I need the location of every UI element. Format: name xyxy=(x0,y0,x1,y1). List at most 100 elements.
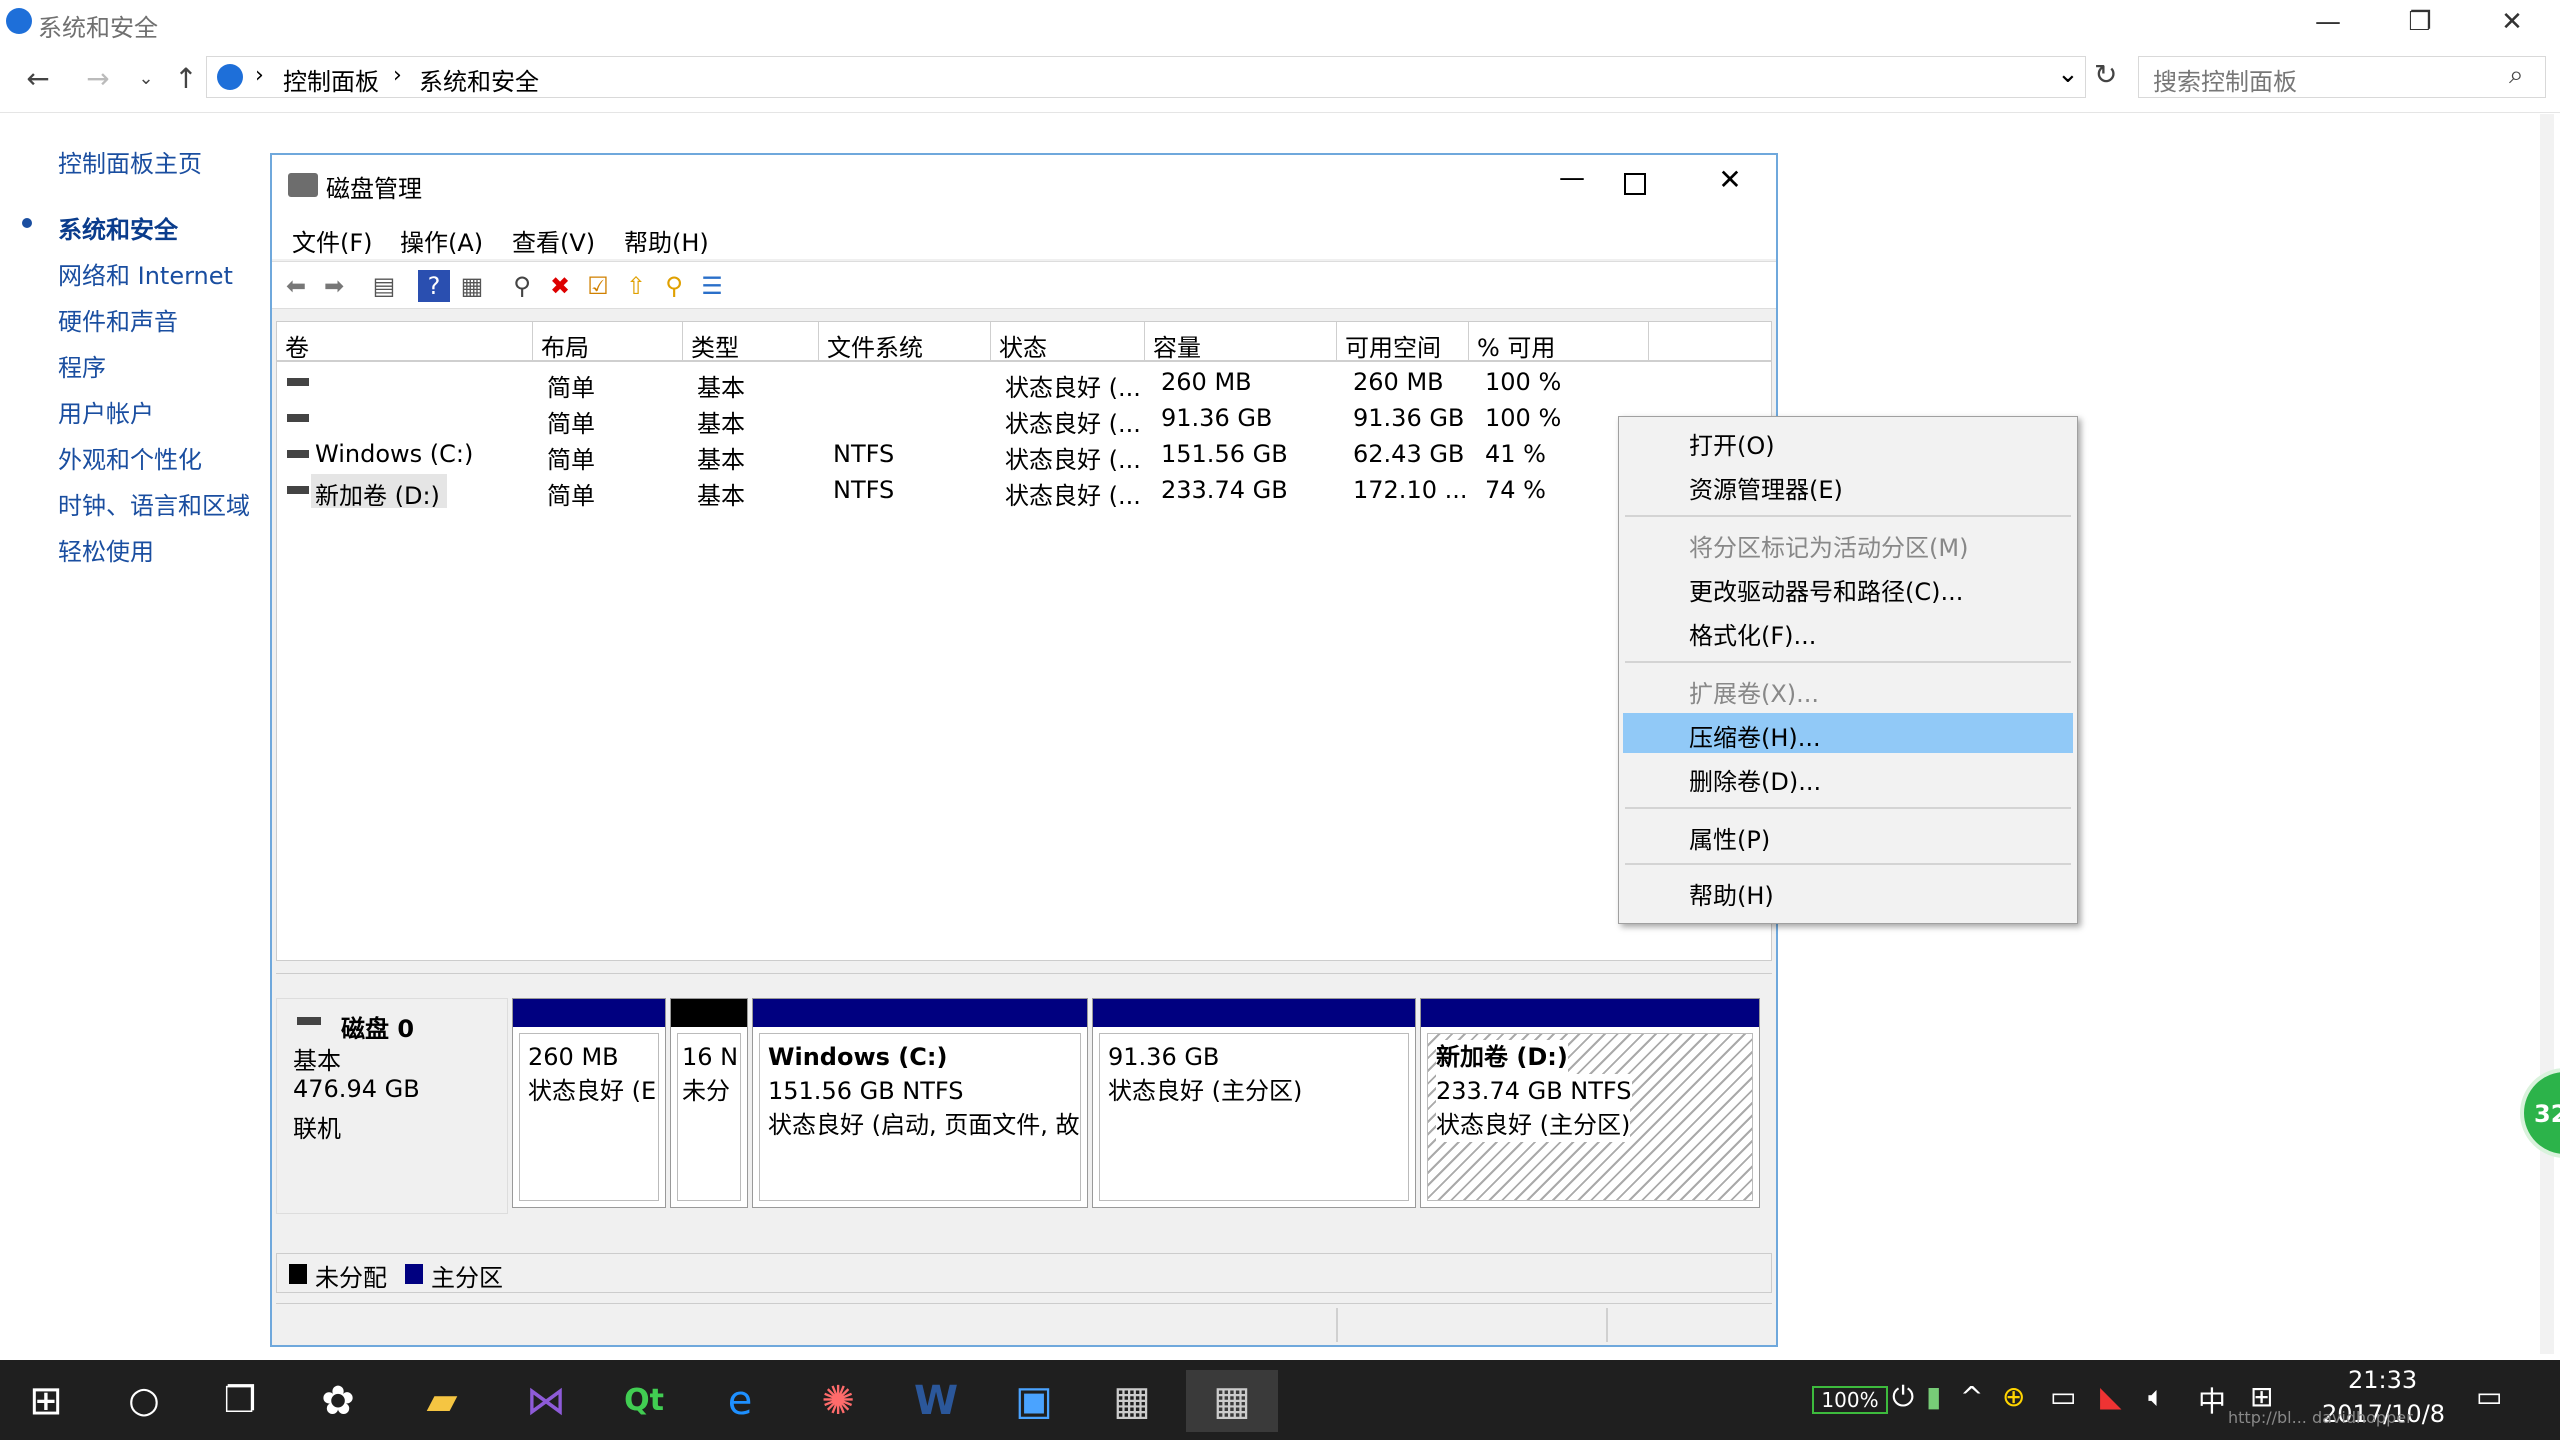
menu-item-properties[interactable]: 属性(P) xyxy=(1623,815,2073,855)
col-capacity[interactable]: 容量 xyxy=(1145,322,1337,362)
address-bar[interactable]: › 控制面板 › 系统和安全 ⌄ xyxy=(206,56,2086,98)
disk-icon xyxy=(297,1017,321,1025)
table-row[interactable]: 新加卷 (D:) 简单 基本 NTFS 状态良好 (... 233.74 GB … xyxy=(277,474,1771,510)
menu-item-delete[interactable]: 删除卷(D)... xyxy=(1623,757,2073,797)
back-icon[interactable]: ← xyxy=(18,60,58,98)
menu-item-format[interactable]: 格式化(F)... xyxy=(1623,611,2073,651)
delete-icon[interactable]: ✖ xyxy=(544,270,576,302)
volume-icon[interactable]: 🔈︎ xyxy=(2148,1380,2165,1414)
menu-item-open[interactable]: 打开(O) xyxy=(1623,421,2073,461)
partition-recovery[interactable]: 91.36 GB 状态良好 (主分区) xyxy=(1092,998,1416,1208)
start-windows-icon[interactable]: ⊞ xyxy=(8,1370,84,1432)
sidebar-item-programs[interactable]: 程序 xyxy=(58,348,106,383)
help-icon[interactable]: ? xyxy=(418,270,450,302)
col-filesystem[interactable]: 文件系统 xyxy=(819,322,991,362)
sidebar-item-hardware[interactable]: 硬件和声音 xyxy=(58,302,178,337)
sidebar-item-users[interactable]: 用户帐户 xyxy=(58,394,154,429)
partition-d[interactable]: 新加卷 (D:) 233.74 GB NTFS 状态良好 (主分区) xyxy=(1420,998,1760,1208)
usb-icon[interactable]: ▮ xyxy=(1926,1380,1941,1413)
menu-help[interactable]: 帮助(H) xyxy=(624,223,709,258)
connect-icon[interactable]: ⚲ xyxy=(506,270,538,302)
menu-item-shrink[interactable]: 压缩卷(H)... xyxy=(1623,713,2073,753)
refresh-icon[interactable]: ↻ xyxy=(2094,58,2117,91)
clock-time[interactable]: 21:33 xyxy=(2348,1366,2417,1394)
file-explorer-icon[interactable]: ▰ xyxy=(404,1370,480,1432)
check-icon[interactable]: ☑ xyxy=(582,270,614,302)
settings-list-icon[interactable]: ☰ xyxy=(696,270,728,302)
sidebar-item-clock[interactable]: 时钟、语言和区域 xyxy=(58,486,250,521)
breadcrumb-control-panel[interactable]: 控制面板 xyxy=(283,62,379,97)
dm-close-button[interactable]: ✕ xyxy=(1700,163,1760,209)
network-disconnected-icon[interactable]: ◣ xyxy=(2100,1380,2122,1413)
search-folder-icon[interactable]: ⚲ xyxy=(658,270,690,302)
disk-0-label[interactable]: 磁盘 0 基本 476.94 GB 联机 xyxy=(276,998,508,1214)
col-status[interactable]: 状态 xyxy=(991,322,1145,362)
up-folder-icon[interactable]: ⇧ xyxy=(620,270,652,302)
menu-item-explorer[interactable]: 资源管理器(E) xyxy=(1623,465,2073,505)
menu-item-extend[interactable]: 扩展卷(X)... xyxy=(1623,669,2073,709)
console-icon[interactable]: ▤ xyxy=(368,270,400,302)
up-icon[interactable]: ↑ xyxy=(166,60,206,98)
sidebar-item-system-security[interactable]: 系统和安全 xyxy=(58,210,178,245)
col-percent[interactable]: % 可用 xyxy=(1469,322,1649,362)
search-input[interactable]: 搜索控制面板 ⌕ xyxy=(2138,56,2546,98)
dm-minimize-button[interactable]: — xyxy=(1532,163,1612,209)
partition-c[interactable]: Windows (C:) 151.56 GB NTFS 状态良好 (启动, 页面… xyxy=(752,998,1088,1208)
menu-item-help[interactable]: 帮助(H) xyxy=(1623,871,2073,911)
chevron-up-icon[interactable]: ^ xyxy=(1960,1380,1983,1413)
plug-icon[interactable]: ⏻ xyxy=(1892,1380,1914,1414)
disk-app-icon[interactable]: ▦ xyxy=(1094,1370,1170,1432)
menu-separator xyxy=(1625,807,2071,809)
disk-state: 联机 xyxy=(293,1115,341,1143)
restore-button[interactable]: ❐ xyxy=(2374,0,2466,48)
table-row[interactable]: 简单 基本 状态良好 (... 260 MB 260 MB 100 % xyxy=(277,366,1771,402)
col-type[interactable]: 类型 xyxy=(683,322,819,362)
forward-icon[interactable]: → xyxy=(78,60,118,98)
close-button[interactable]: ✕ xyxy=(2466,0,2558,48)
word-icon[interactable]: W xyxy=(898,1370,974,1432)
colorful-app-icon[interactable]: ✺ xyxy=(800,1370,876,1432)
properties-icon[interactable]: ▦ xyxy=(456,270,488,302)
table-row[interactable]: Windows (C:) 简单 基本 NTFS 状态良好 (... 151.56… xyxy=(277,438,1771,474)
menu-file[interactable]: 文件(F) xyxy=(292,223,373,258)
menu-item-change-drive-letter[interactable]: 更改驱动器号和路径(C)... xyxy=(1623,567,2073,607)
back-arrow-icon[interactable]: ⬅ xyxy=(280,270,312,302)
forward-arrow-icon[interactable]: ➡ xyxy=(318,270,350,302)
control-panel-app-icon[interactable]: ▣ xyxy=(996,1370,1072,1432)
menu-action[interactable]: 操作(A) xyxy=(400,223,483,258)
battery-indicator[interactable]: 100% xyxy=(1812,1386,1888,1414)
menu-view[interactable]: 查看(V) xyxy=(512,223,595,258)
qt-icon[interactable]: Qt xyxy=(606,1370,682,1432)
breadcrumb-system-security[interactable]: 系统和安全 xyxy=(419,62,539,97)
table-row[interactable]: 简单 基本 状态良好 (... 91.36 GB 91.36 GB 100 % xyxy=(277,402,1771,438)
menu-item-mark-active[interactable]: 将分区标记为活动分区(M) xyxy=(1623,523,2073,563)
pinned-app-icon[interactable]: ✿ xyxy=(300,1370,376,1432)
cell-type: 基本 xyxy=(697,446,745,474)
partition-efi[interactable]: 260 MB 状态良好 (E xyxy=(512,998,666,1208)
col-volume[interactable]: 卷 xyxy=(277,322,533,362)
partition-unallocated[interactable]: 16 N 未分 xyxy=(670,998,748,1208)
disk-management-taskbar-icon[interactable]: ▦ xyxy=(1186,1370,1278,1432)
scrollbar[interactable] xyxy=(2540,114,2554,1354)
sidebar-item-appearance[interactable]: 外观和个性化 xyxy=(58,440,202,475)
chevron-down-icon[interactable]: ⌄ xyxy=(2057,59,2079,89)
edge-icon[interactable]: e xyxy=(702,1370,778,1432)
cortana-icon[interactable]: ○ xyxy=(106,1370,182,1432)
visual-studio-icon[interactable]: ⋈ xyxy=(508,1370,584,1432)
task-view-icon[interactable]: ❐ xyxy=(202,1370,278,1432)
plus-circle-icon[interactable]: ⊕ xyxy=(2002,1380,2025,1413)
battery-icon[interactable]: ▭ xyxy=(2050,1380,2076,1413)
sidebar-item-network[interactable]: 网络和 Internet xyxy=(58,256,233,291)
search-icon[interactable]: ⌕ xyxy=(2509,60,2524,91)
ime-indicator[interactable]: 中 xyxy=(2198,1380,2226,1420)
col-layout[interactable]: 布局 xyxy=(533,322,683,362)
floating-widget[interactable]: 32 xyxy=(2520,1068,2560,1158)
sidebar-item-home[interactable]: 控制面板主页 xyxy=(58,144,202,179)
sidebar-item-ease[interactable]: 轻松使用 xyxy=(58,532,154,567)
dm-maximize-button[interactable] xyxy=(1624,173,1646,195)
notification-icon[interactable]: ▭ xyxy=(2476,1380,2502,1413)
search-placeholder: 搜索控制面板 xyxy=(2153,68,2297,96)
minimize-button[interactable]: — xyxy=(2282,0,2374,48)
col-free[interactable]: 可用空间 xyxy=(1337,322,1469,362)
recent-dropdown-icon[interactable]: ⌄ xyxy=(126,60,166,98)
